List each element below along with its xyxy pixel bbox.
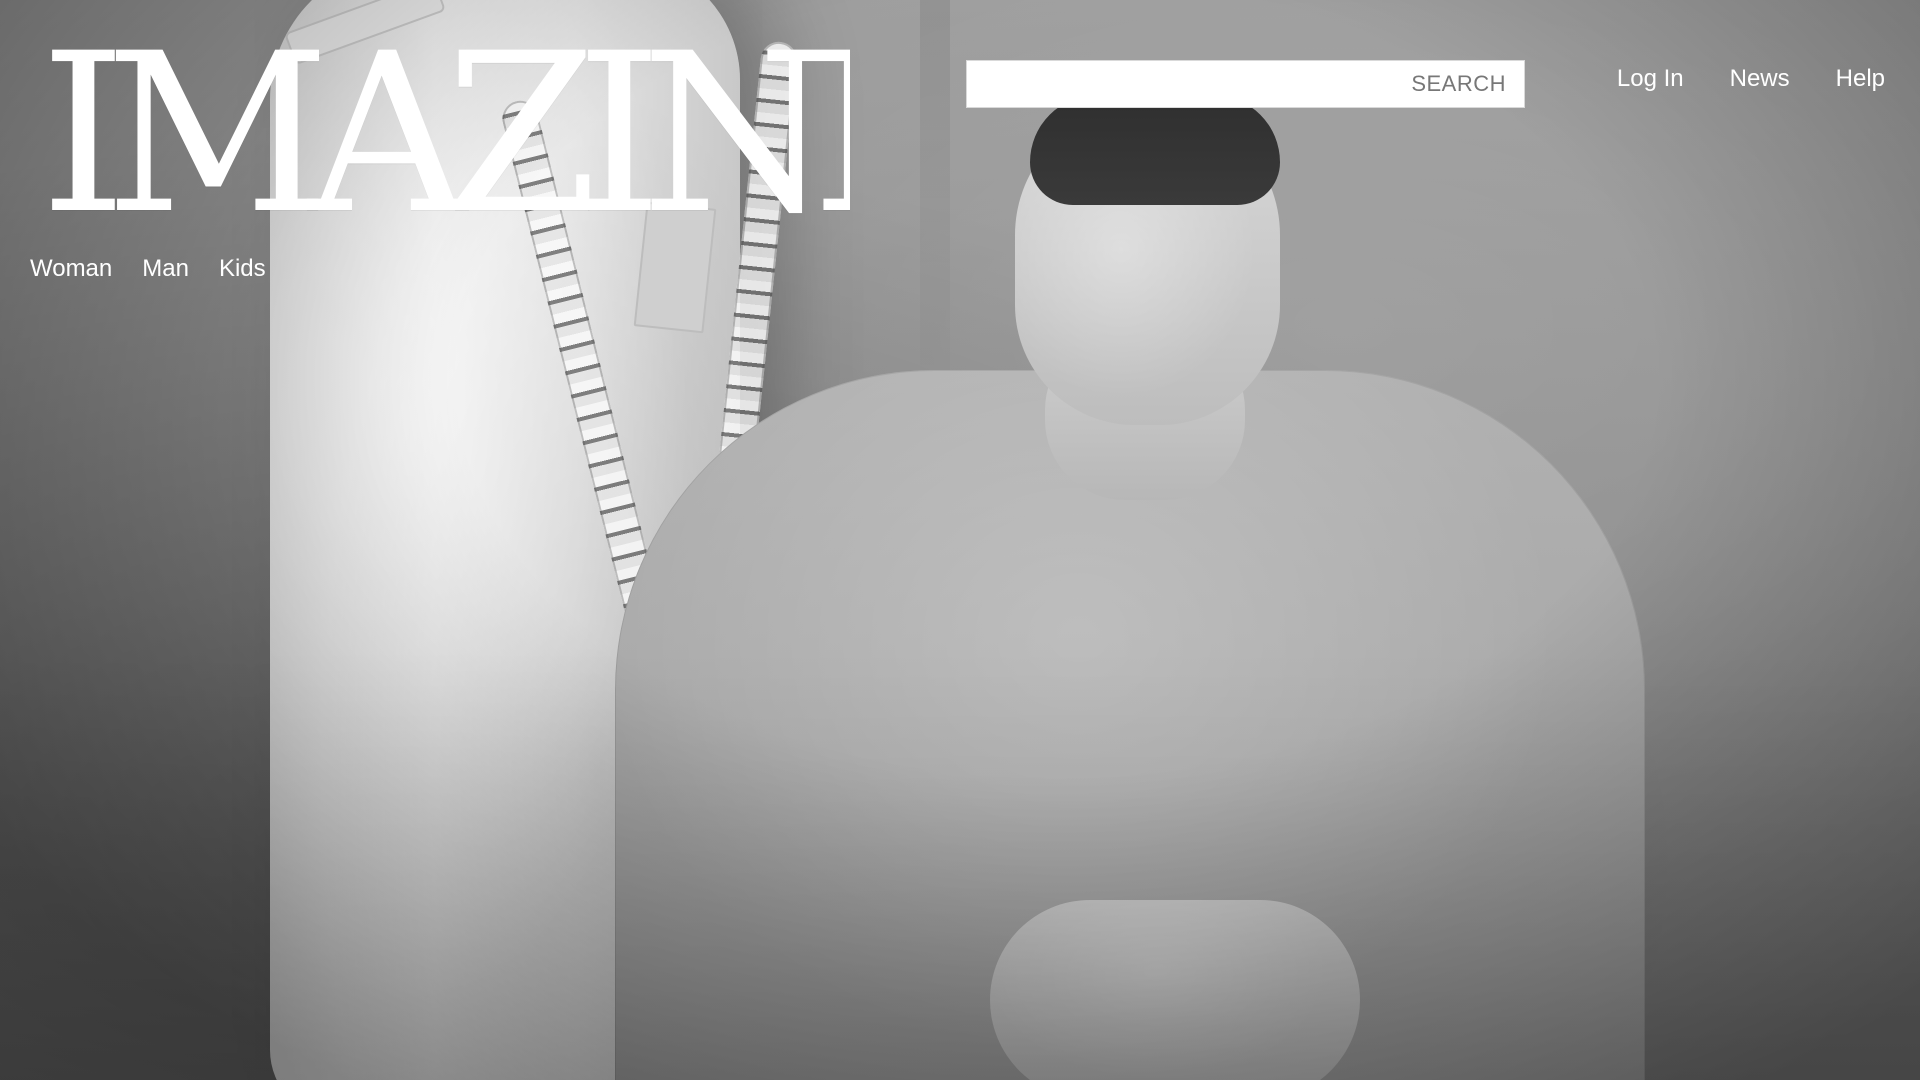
hero-person-hair [1030, 95, 1280, 205]
help-link[interactable]: Help [1836, 64, 1885, 94]
top-navigation: Log In News Help [1617, 64, 1885, 94]
category-navigation: Woman Man Kids [30, 254, 266, 284]
search-label: SEARCH [1411, 71, 1506, 96]
search-bar[interactable]: SEARCH [966, 60, 1525, 108]
login-link[interactable]: Log In [1617, 64, 1684, 94]
site-logo[interactable]: IMAZINE [40, 44, 850, 224]
category-man-link[interactable]: Man [142, 254, 189, 284]
site-logo-text: IMAZINE [40, 44, 850, 224]
category-kids-link[interactable]: Kids [219, 254, 266, 284]
hero-person-hands [990, 900, 1360, 1080]
category-woman-link[interactable]: Woman [30, 254, 112, 284]
news-link[interactable]: News [1730, 64, 1790, 94]
hero-wall-streak [920, 0, 950, 420]
